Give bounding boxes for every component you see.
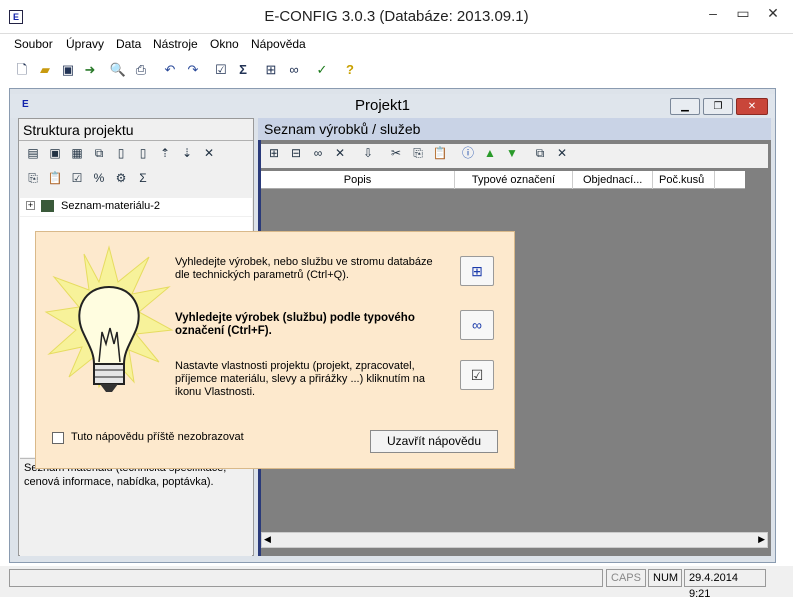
tip-text-find-by-type: Vyhledejte výrobek (službu) podle typové… <box>175 312 415 337</box>
paste-icon[interactable]: 📋 <box>46 169 64 187</box>
close-button[interactable]: ✕ <box>758 3 788 25</box>
binoculars-icon[interactable]: ∞ <box>309 144 327 162</box>
move-down-icon[interactable]: ▼ <box>503 144 521 162</box>
binoculars-icon[interactable]: ∞ <box>284 60 304 80</box>
checklist-icon[interactable]: ✓ <box>312 60 332 80</box>
child-minimize-button[interactable]: ▁ <box>670 98 700 115</box>
sum-icon[interactable]: Σ <box>233 60 253 80</box>
info-icon[interactable]: ⓘ <box>459 144 477 162</box>
properties-button[interactable]: ☑ <box>460 360 494 390</box>
close-help-button[interactable]: Uzavřít nápovědu <box>370 430 498 453</box>
tree-search-button[interactable]: ⊞ <box>460 256 494 286</box>
tip-text-tree-search: Vyhledejte výrobek, nebo službu ve strom… <box>175 256 433 281</box>
structure-toolbar-1: ▤ ▣ ▦ ⧉ ▯ ▯ ⇡ ⇣ ✕ <box>19 144 253 166</box>
column-typove-oznaceni[interactable]: Typové označení <box>455 171 573 189</box>
properties-icon[interactable]: ☑ <box>68 169 86 187</box>
open-folder-icon[interactable]: ▰ <box>35 60 55 80</box>
menu-okno[interactable]: Okno <box>210 37 239 51</box>
undo-icon[interactable]: ↶ <box>160 60 180 80</box>
column-pocet-kusu[interactable]: Poč.kusů <box>653 171 715 189</box>
tree-item-row[interactable]: + Seznam-materiálu-2 <box>20 198 252 216</box>
status-message <box>9 569 603 587</box>
tree-search-icon[interactable]: ⊞ <box>265 144 283 162</box>
move-down-icon[interactable]: ⇣ <box>178 144 196 162</box>
project-structure-header: Struktura projektu <box>19 119 253 141</box>
move-up-icon[interactable]: ⇡ <box>156 144 174 162</box>
lightbulb-icon <box>44 245 174 392</box>
tree-filter-icon[interactable]: ⊟ <box>287 144 305 162</box>
menu-nastroje[interactable]: Nástroje <box>153 37 198 51</box>
binoculars-button[interactable]: ∞ <box>460 310 494 340</box>
tree-search-icon[interactable]: ⊞ <box>261 60 281 80</box>
menu-soubor[interactable]: Soubor <box>14 37 53 51</box>
new-document-icon[interactable]: 🗋 <box>12 60 32 80</box>
child-restore-button[interactable]: ❐ <box>703 98 733 115</box>
move-up-icon[interactable]: ▲ <box>481 144 499 162</box>
copy-pages-icon[interactable]: ⧉ <box>90 144 108 162</box>
cut-icon[interactable]: ✂ <box>387 144 405 162</box>
status-datetime: 29.4.2014 9:21 <box>684 569 766 597</box>
child-window-title: Projekt1 <box>354 97 411 114</box>
expand-icon[interactable]: + <box>26 201 35 210</box>
print-icon[interactable]: ⎙ <box>131 60 151 80</box>
structure-toolbar-2: ⎘ 📋 ☑% ⚙ Σ <box>19 169 253 191</box>
properties-icon[interactable]: ☑ <box>211 60 231 80</box>
table-icon <box>41 200 54 212</box>
column-popis[interactable]: Popis <box>261 171 455 189</box>
clear-icon[interactable]: ✕ <box>331 144 349 162</box>
copy-icon[interactable]: ⎘ <box>409 144 427 162</box>
maximize-button[interactable]: ▭ <box>728 3 758 25</box>
child-close-button[interactable]: ✕ <box>736 98 768 115</box>
grid-icon[interactable]: ▦ <box>68 144 86 162</box>
redo-icon[interactable]: ↷ <box>183 60 203 80</box>
delete-icon[interactable]: ✕ <box>200 144 218 162</box>
copy-pages-icon[interactable]: ⧉ <box>531 144 549 162</box>
scroll-left-icon[interactable]: ◀ <box>264 534 271 545</box>
frame-icon[interactable]: ▣ <box>46 144 64 162</box>
help-icon[interactable]: ? <box>340 60 360 80</box>
paste-icon[interactable]: 📋 <box>431 144 449 162</box>
copy-icon[interactable]: ⎘ <box>24 169 42 187</box>
minimize-button[interactable]: ‒ <box>698 3 728 25</box>
caps-indicator: CAPS <box>606 569 646 587</box>
tip-text-properties: Nastavte vlastnosti projektu (projekt, z… <box>175 360 426 398</box>
products-header: Seznam výrobků / služeb <box>258 118 771 140</box>
menu-data[interactable]: Data <box>116 37 141 51</box>
column-objednaci[interactable]: Objednací... <box>573 171 653 189</box>
list-icon[interactable]: ▤ <box>24 144 42 162</box>
sum-icon[interactable]: Σ <box>134 169 152 187</box>
import-icon[interactable]: ⇩ <box>359 144 377 162</box>
tree-item-label: Seznam-materiálu-2 <box>61 200 161 212</box>
doc-3-icon[interactable]: ▯ <box>134 144 152 162</box>
do-not-show-checkbox[interactable] <box>52 432 64 444</box>
num-indicator: NUM <box>648 569 682 587</box>
scroll-right-icon[interactable]: ▶ <box>758 534 765 545</box>
settings-icon[interactable]: ⚙ <box>112 169 130 187</box>
menu-napoveda[interactable]: Nápověda <box>251 37 306 51</box>
menu-upravy[interactable]: Úpravy <box>66 37 104 51</box>
doc-2-icon[interactable]: ▯ <box>112 144 130 162</box>
save-icon[interactable]: ▣ <box>58 60 78 80</box>
app-title: E-CONFIG 3.0.3 (Databáze: 2013.09.1) <box>264 8 529 25</box>
delete-icon[interactable]: ✕ <box>553 144 571 162</box>
horizontal-scrollbar[interactable]: ◀ ▶ <box>261 532 768 548</box>
print-preview-icon[interactable]: 🔍 <box>108 60 128 80</box>
export-icon[interactable]: ➜ <box>80 60 100 80</box>
products-toolbar: ⊞ ⊟ ∞ ✕ ⇩ ✂ ⎘ 📋 ⓘ ▲ ▼ ⧉ ✕ <box>261 144 768 168</box>
structure-description: Seznam materiálů (technická specifikace,… <box>20 458 252 556</box>
do-not-show-label: Tuto nápovědu příště nezobrazovat <box>71 431 244 443</box>
percent-icon[interactable]: % <box>90 169 108 187</box>
